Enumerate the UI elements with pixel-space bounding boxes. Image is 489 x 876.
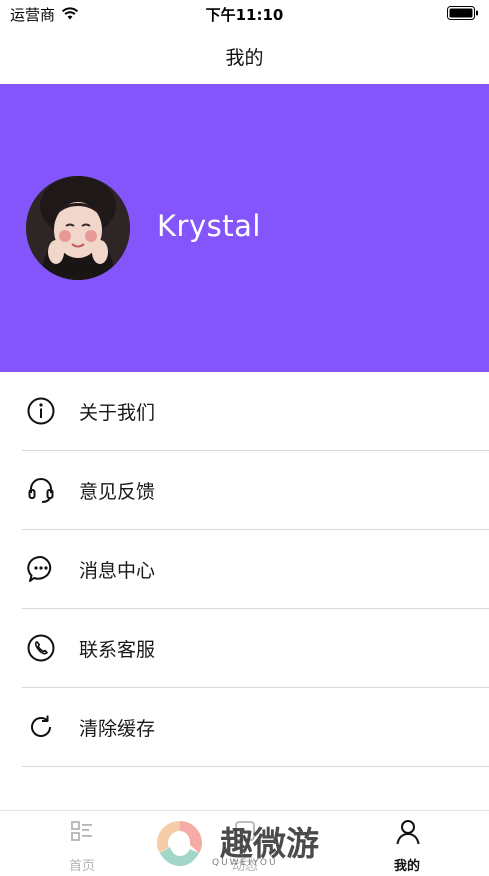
username: Krystal <box>157 209 261 243</box>
watermark-subtext: QUWEIYOU <box>212 858 278 868</box>
nav-bar: 我的 <box>0 28 489 84</box>
chat-bubble-icon <box>25 553 57 585</box>
menu-item-customer-service[interactable]: 联系客服 <box>22 609 489 688</box>
battery-icon <box>447 6 479 24</box>
menu-item-messages[interactable]: 消息中心 <box>22 530 489 609</box>
menu-item-label: 联系客服 <box>79 638 156 661</box>
menu-item-clear-cache[interactable]: 清除缓存 <box>22 688 489 767</box>
watermark-logo-icon <box>157 821 202 866</box>
refresh-icon <box>25 711 57 743</box>
status-time: 下午11:10 <box>205 6 284 24</box>
tab-label: 首页 <box>68 859 95 874</box>
menu-item-label: 消息中心 <box>79 559 156 582</box>
menu-item-label: 清除缓存 <box>79 717 156 740</box>
home-list-icon <box>70 819 94 843</box>
watermark: 趣微游 QUWEIYOU <box>150 815 350 875</box>
tab-home[interactable]: 首页 <box>32 811 132 876</box>
page-title: 我的 <box>225 46 264 69</box>
tab-label: 我的 <box>393 859 420 874</box>
menu-item-about[interactable]: 关于我们 <box>22 372 489 451</box>
menu-item-label: 意见反馈 <box>79 480 156 503</box>
phone-icon <box>25 632 57 664</box>
info-icon <box>25 395 57 427</box>
tab-mine[interactable]: 我的 <box>357 811 457 876</box>
person-icon <box>395 819 420 845</box>
menu-item-label: 关于我们 <box>79 401 156 424</box>
status-bar: 运营商 下午11:10 <box>0 0 489 28</box>
headset-icon <box>25 474 57 506</box>
avatar[interactable] <box>26 176 130 280</box>
menu-item-feedback[interactable]: 意见反馈 <box>22 451 489 530</box>
menu-list: 关于我们 意见反馈 消息中心 联系客服 清除缓存 <box>0 372 489 767</box>
profile-header: Krystal <box>0 84 489 372</box>
